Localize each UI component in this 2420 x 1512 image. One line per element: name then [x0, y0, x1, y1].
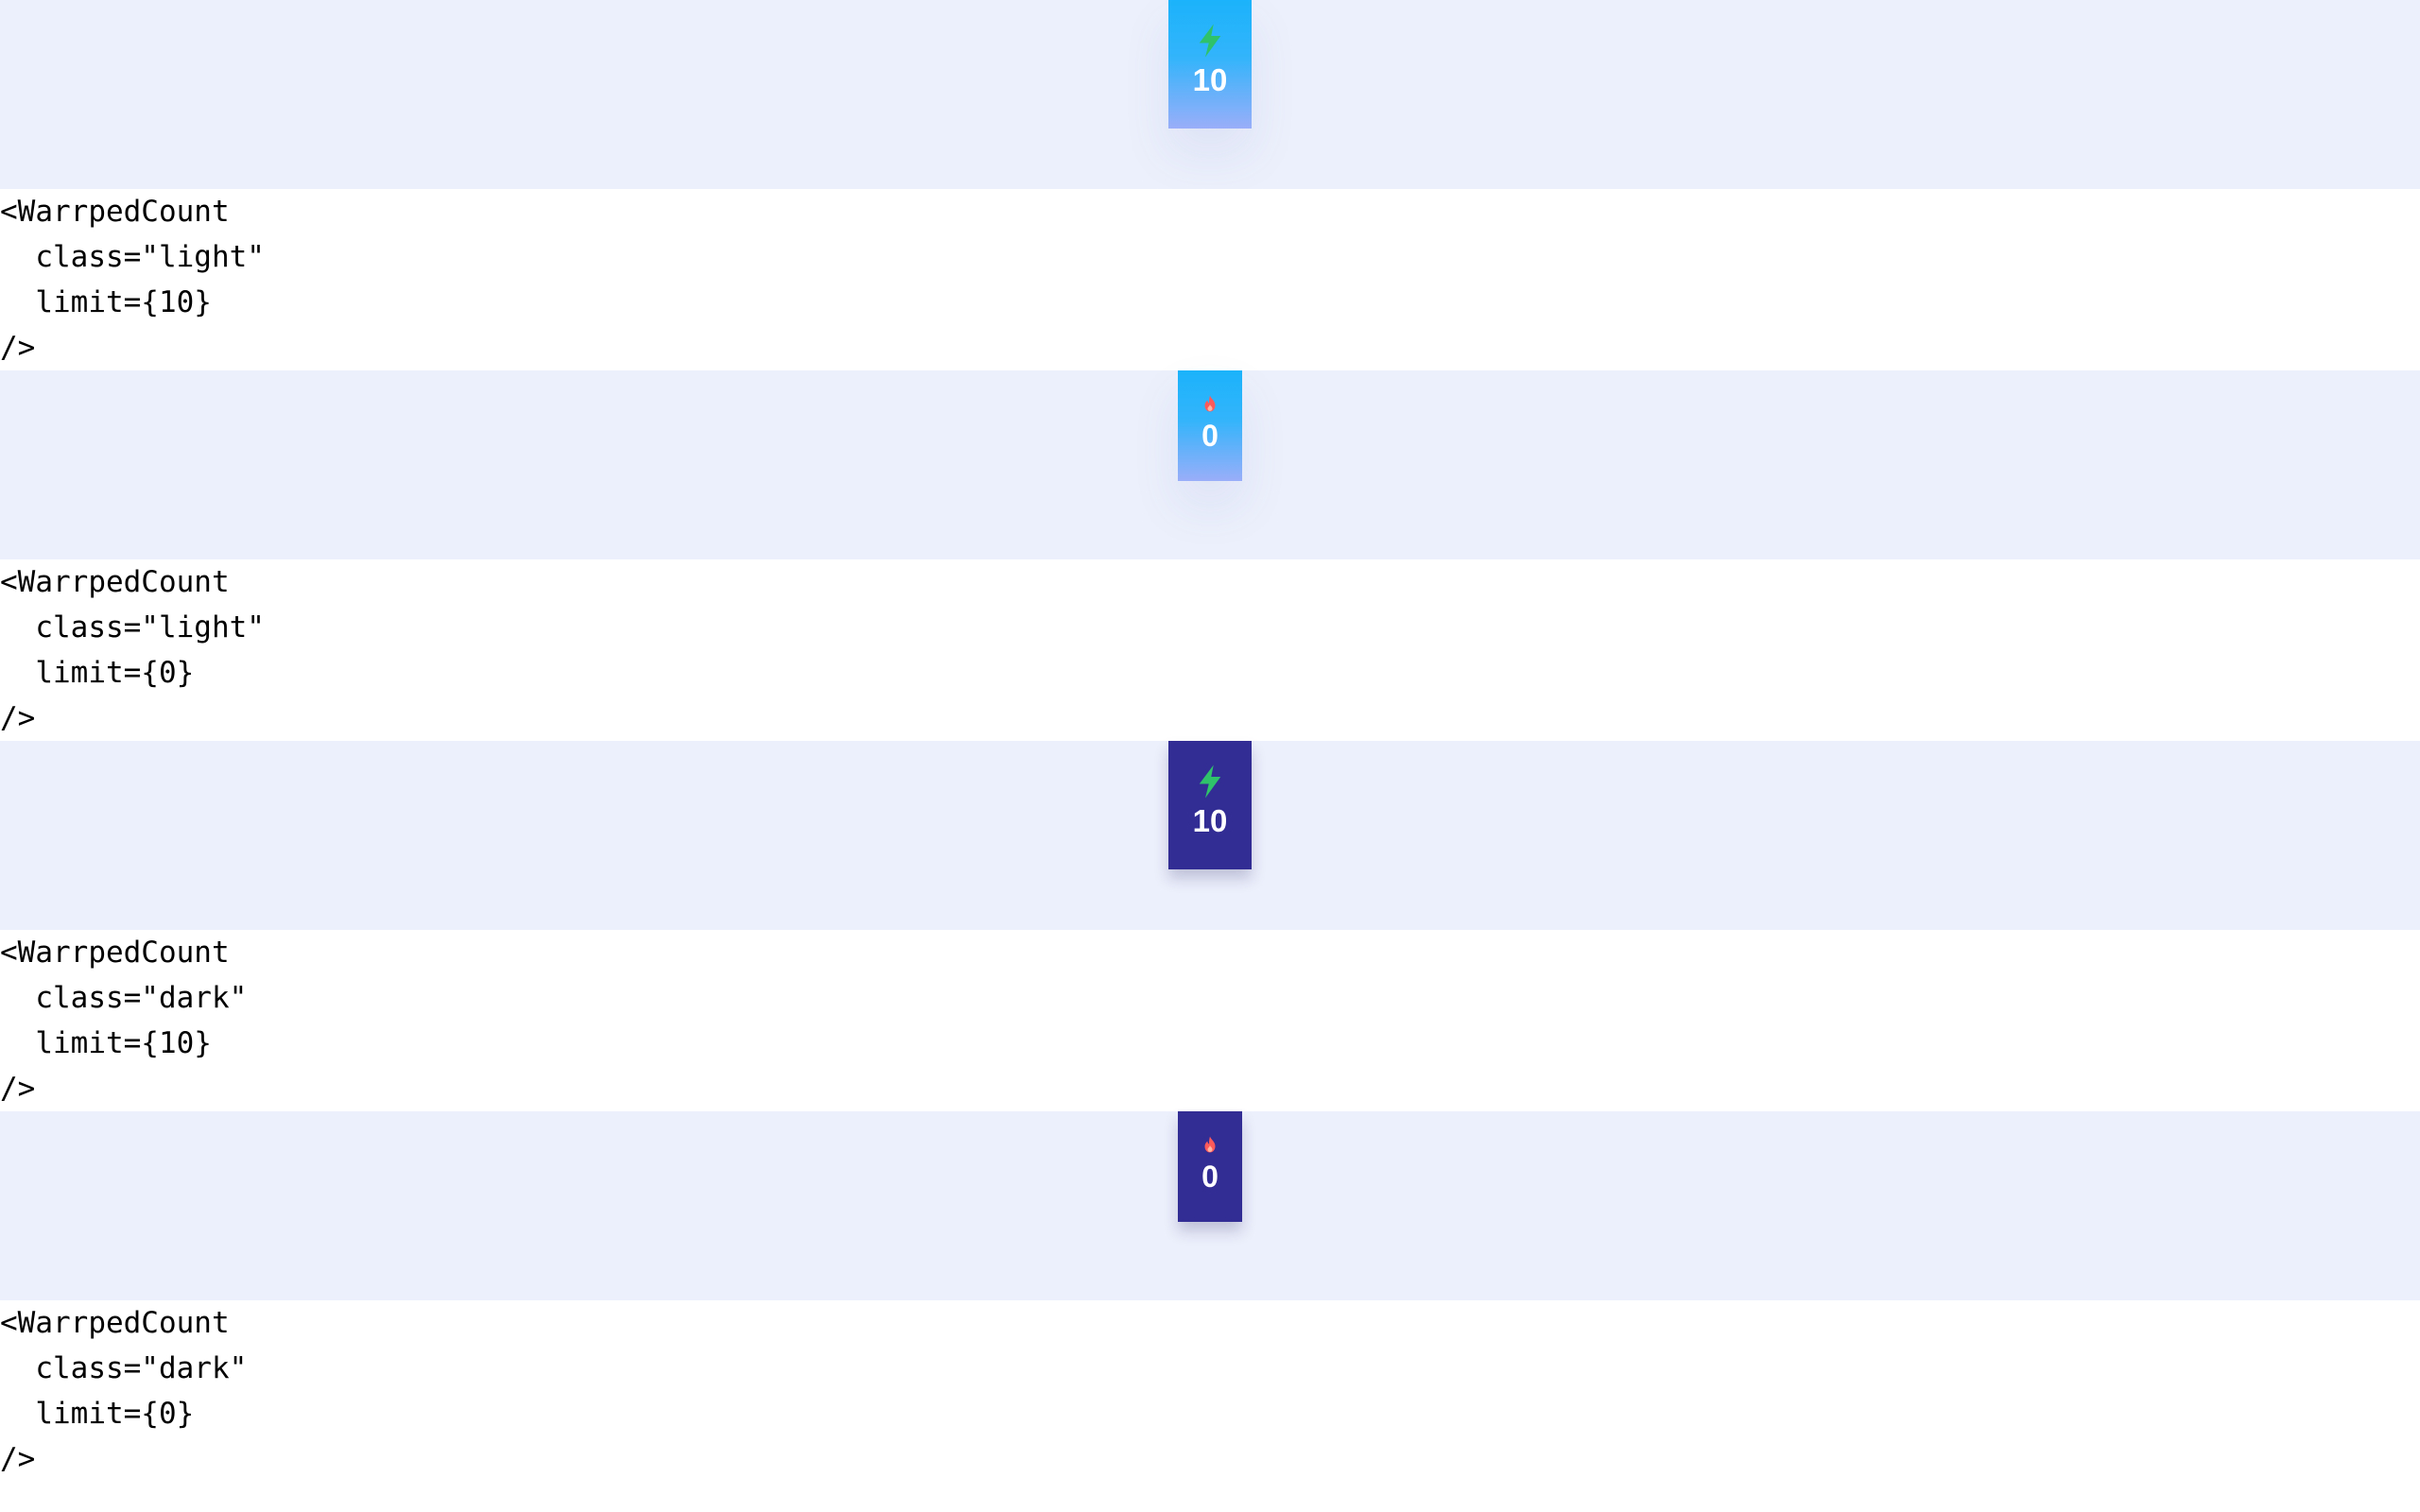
code-line: <WarrpedCount [0, 1306, 230, 1340]
preview-area-light-10: 10 [0, 0, 2420, 189]
fire-icon [1204, 1136, 1216, 1153]
code-snippet-dark-10: <WarrpedCount class="dark" limit={10} /> [0, 930, 2420, 1111]
preview-area-dark-0: 0 [0, 1111, 2420, 1300]
badge-count: 10 [1192, 803, 1228, 838]
warped-count-badge-dark: 10 [1168, 741, 1252, 869]
code-snippet-light-0: <WarrpedCount class="light" limit={0} /> [0, 559, 2420, 741]
code-line: class="dark" [0, 981, 248, 1015]
badge-count: 0 [1201, 419, 1219, 453]
code-line: <WarrpedCount [0, 565, 230, 599]
code-line: /> [0, 331, 36, 365]
code-snippet-light-10: <WarrpedCount class="light" limit={10} /> [0, 189, 2420, 370]
preview-area-light-0: 0 [0, 370, 2420, 559]
preview-area-dark-10: 10 [0, 741, 2420, 930]
code-snippet-dark-0: <WarrpedCount class="dark" limit={0} /> [0, 1300, 2420, 1482]
code-line: class="light" [0, 240, 265, 274]
code-line: /> [0, 701, 36, 735]
code-line: limit={0} [0, 1397, 195, 1431]
lightning-bolt-icon [1199, 765, 1221, 799]
lightning-bolt-icon [1199, 24, 1221, 58]
warped-count-badge-dark: 0 [1178, 1111, 1242, 1222]
code-line: <WarrpedCount [0, 195, 230, 229]
code-line: limit={10} [0, 1026, 212, 1060]
code-line: /> [0, 1442, 36, 1476]
code-line: /> [0, 1072, 36, 1106]
code-line: limit={0} [0, 656, 195, 690]
code-line: <WarrpedCount [0, 936, 230, 970]
warped-count-badge-light: 0 [1178, 370, 1242, 481]
badge-count: 10 [1192, 62, 1228, 97]
code-line: class="light" [0, 610, 265, 644]
fire-icon [1204, 395, 1216, 412]
code-line: class="dark" [0, 1351, 248, 1385]
warped-count-badge-light: 10 [1168, 0, 1252, 129]
badge-count: 0 [1201, 1160, 1219, 1194]
code-line: limit={10} [0, 285, 212, 319]
